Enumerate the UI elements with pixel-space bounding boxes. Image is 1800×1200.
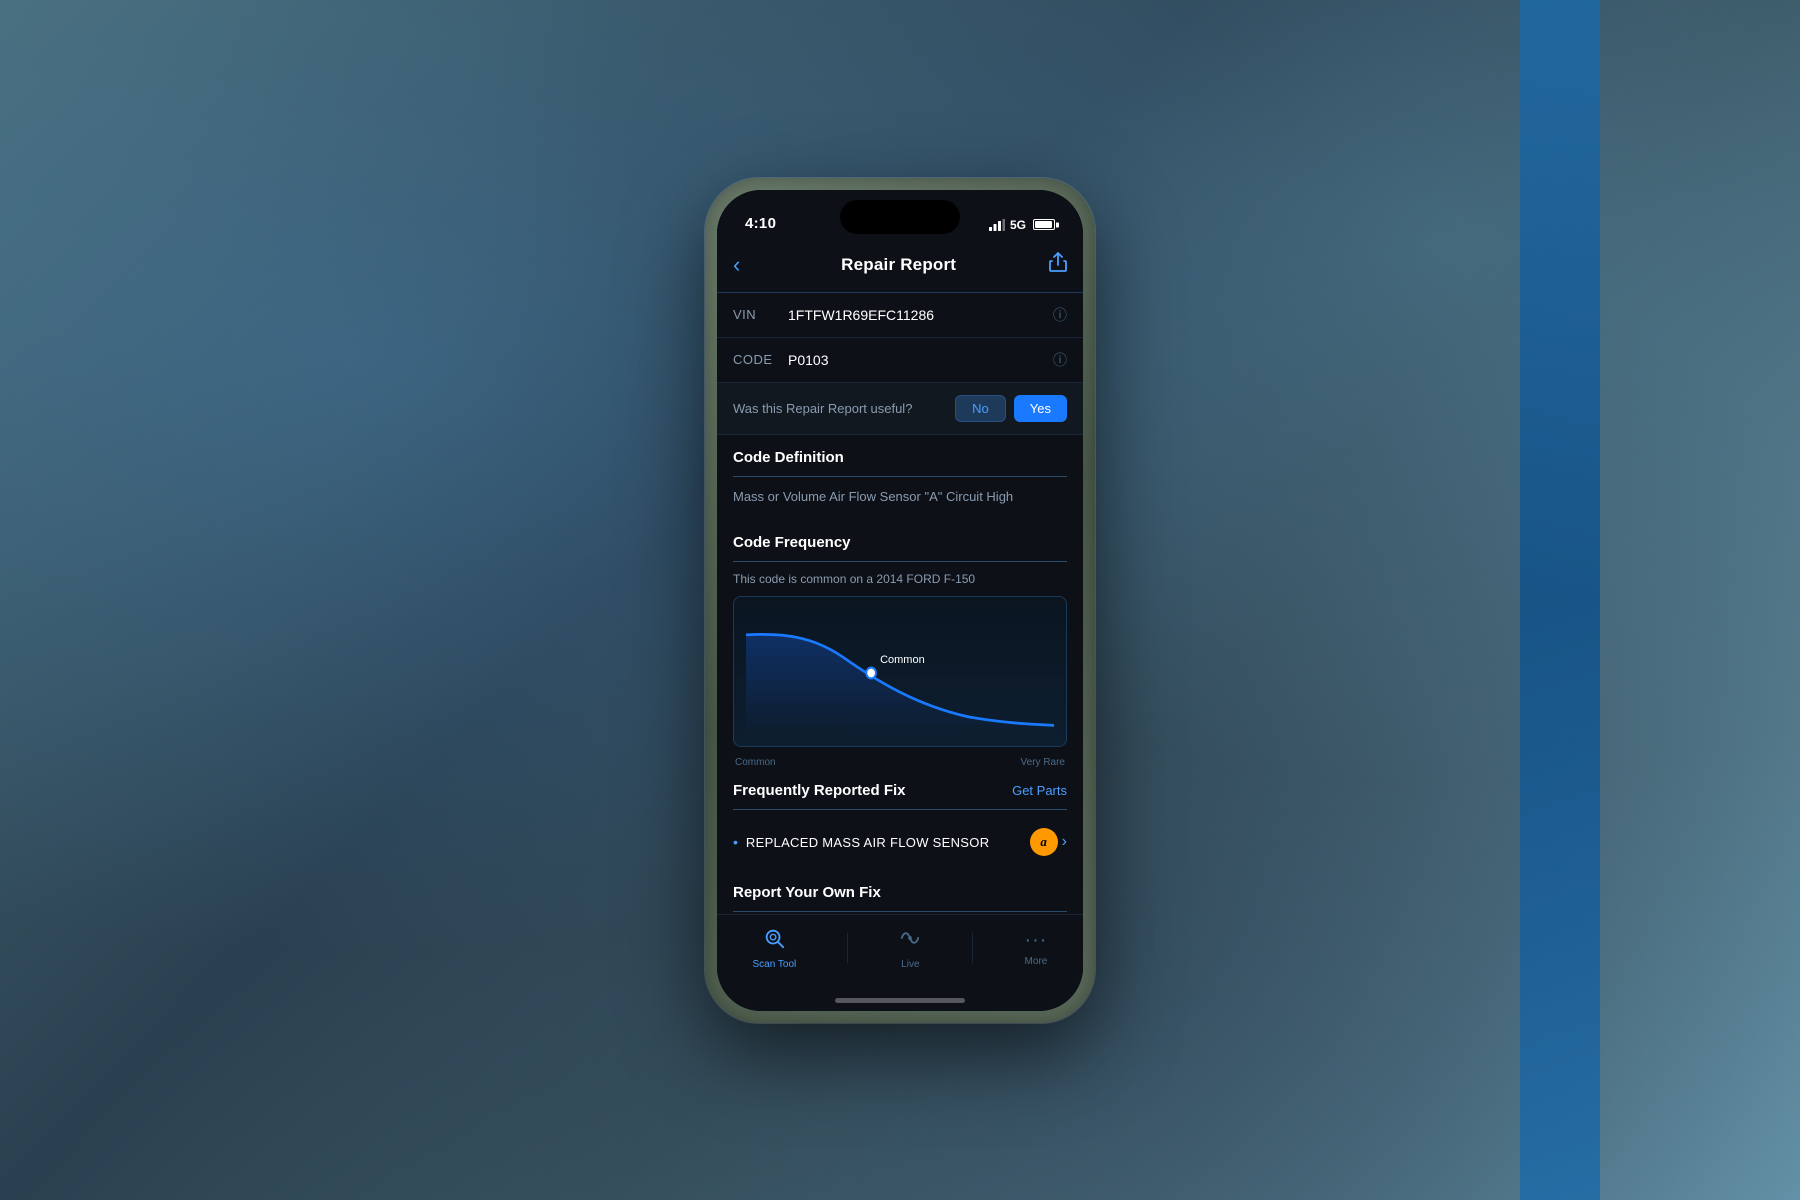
phone-inner: 4:10 5G: [717, 190, 1083, 1011]
vin-row: VIN 1FTFW1R69EFC11286 ⓘ: [717, 293, 1083, 338]
chart-x-labels: Common Very Rare: [733, 753, 1067, 768]
code-frequency-title: Code Frequency: [733, 534, 1067, 562]
scene: 4:10 5G: [705, 178, 1095, 1023]
more-icon: ···: [1024, 929, 1047, 952]
tab-divider-1: [847, 933, 848, 963]
code-label: CODE: [733, 352, 788, 367]
feedback-question: Was this Repair Report useful?: [733, 401, 912, 416]
phone-screen: 4:10 5G: [717, 190, 1083, 1011]
battery-fill: [1035, 221, 1052, 228]
fix-header: Frequently Reported Fix Get Parts: [733, 782, 1067, 810]
chart-dot-label: Common: [880, 654, 925, 666]
live-icon: [899, 927, 921, 955]
scan-tool-svg: [763, 927, 785, 949]
amazon-chevron-icon: ›: [1062, 833, 1067, 851]
report-your-own-fix-section: Report Your Own Fix Type of Fix Choose a…: [717, 870, 1083, 914]
code-value: P0103: [788, 352, 1053, 368]
fix-text: REPLACED MASS AIR FLOW SENSOR: [746, 835, 1022, 850]
chart-subtitle: This code is common on a 2014 FORD F-150: [733, 572, 1067, 586]
chart-x-label-right: Very Rare: [1021, 757, 1065, 768]
status-icons: 5G: [989, 218, 1055, 232]
amazon-icon: a: [1040, 834, 1047, 850]
phone-case: 4:10 5G: [705, 178, 1095, 1023]
share-icon: [1049, 252, 1067, 272]
chart-svg: [746, 613, 1054, 733]
feedback-buttons: No Yes: [955, 395, 1067, 422]
fix-item: • REPLACED MASS AIR FLOW SENSOR a ›: [733, 820, 1067, 870]
fix-bullet: •: [733, 834, 738, 850]
chart-x-label-left: Common: [735, 757, 776, 768]
feedback-yes-button[interactable]: Yes: [1014, 395, 1067, 422]
nav-header: ‹ Repair Report: [717, 240, 1083, 293]
code-definition-title: Code Definition: [733, 449, 1067, 477]
tab-scan-tool[interactable]: Scan Tool: [733, 923, 817, 974]
battery-icon: [1033, 219, 1055, 230]
dynamic-island: [840, 200, 960, 234]
fix-section-title: Frequently Reported Fix: [733, 782, 906, 799]
share-button[interactable]: [1049, 252, 1067, 277]
tab-more[interactable]: ··· More: [1004, 925, 1067, 971]
code-info-icon[interactable]: ⓘ: [1053, 350, 1067, 370]
amazon-button[interactable]: a: [1030, 828, 1058, 856]
chart-dot-circle: [866, 668, 876, 679]
frequently-reported-fix-section: Frequently Reported Fix Get Parts • REPL…: [717, 768, 1083, 870]
get-parts-link[interactable]: Get Parts: [1012, 783, 1067, 798]
amazon-link[interactable]: a ›: [1030, 828, 1067, 856]
chart-dot-text: Common: [880, 654, 925, 666]
bg-blue-accent: [1520, 0, 1600, 1200]
code-frequency-section: Code Frequency This code is common on a …: [717, 520, 1083, 768]
back-button[interactable]: ‹: [733, 248, 748, 282]
page-title: Repair Report: [841, 255, 956, 275]
home-bar: [835, 998, 965, 1003]
code-definition-section: Code Definition Mass or Volume Air Flow …: [717, 435, 1083, 521]
live-svg: [899, 927, 921, 949]
vin-label: VIN: [733, 307, 788, 322]
status-time: 4:10: [745, 215, 776, 232]
code-row: CODE P0103 ⓘ: [717, 338, 1083, 383]
scroll-content[interactable]: VIN 1FTFW1R69EFC11286 ⓘ CODE P0103 ⓘ Was…: [717, 293, 1083, 914]
chart-fill: [746, 634, 1054, 733]
more-label: More: [1025, 956, 1048, 967]
vin-info-icon[interactable]: ⓘ: [1053, 305, 1067, 325]
live-label: Live: [901, 959, 919, 970]
frequency-chart: Common: [733, 596, 1067, 747]
tab-divider-2: [972, 933, 973, 963]
home-indicator: [717, 994, 1083, 1011]
code-definition-text: Mass or Volume Air Flow Sensor "A" Circu…: [733, 487, 1067, 521]
scan-tool-label: Scan Tool: [753, 959, 797, 970]
tab-bar: Scan Tool Live ·: [717, 914, 1083, 994]
report-section-title: Report Your Own Fix: [733, 884, 1067, 912]
network-label: 5G: [1010, 218, 1026, 232]
scan-tool-icon: [763, 927, 785, 955]
feedback-bar: Was this Repair Report useful? No Yes: [717, 383, 1083, 435]
feedback-no-button[interactable]: No: [955, 395, 1006, 422]
vin-value: 1FTFW1R69EFC11286: [788, 307, 1053, 323]
tab-live[interactable]: Live: [879, 923, 941, 974]
signal-icon: [989, 219, 1005, 231]
